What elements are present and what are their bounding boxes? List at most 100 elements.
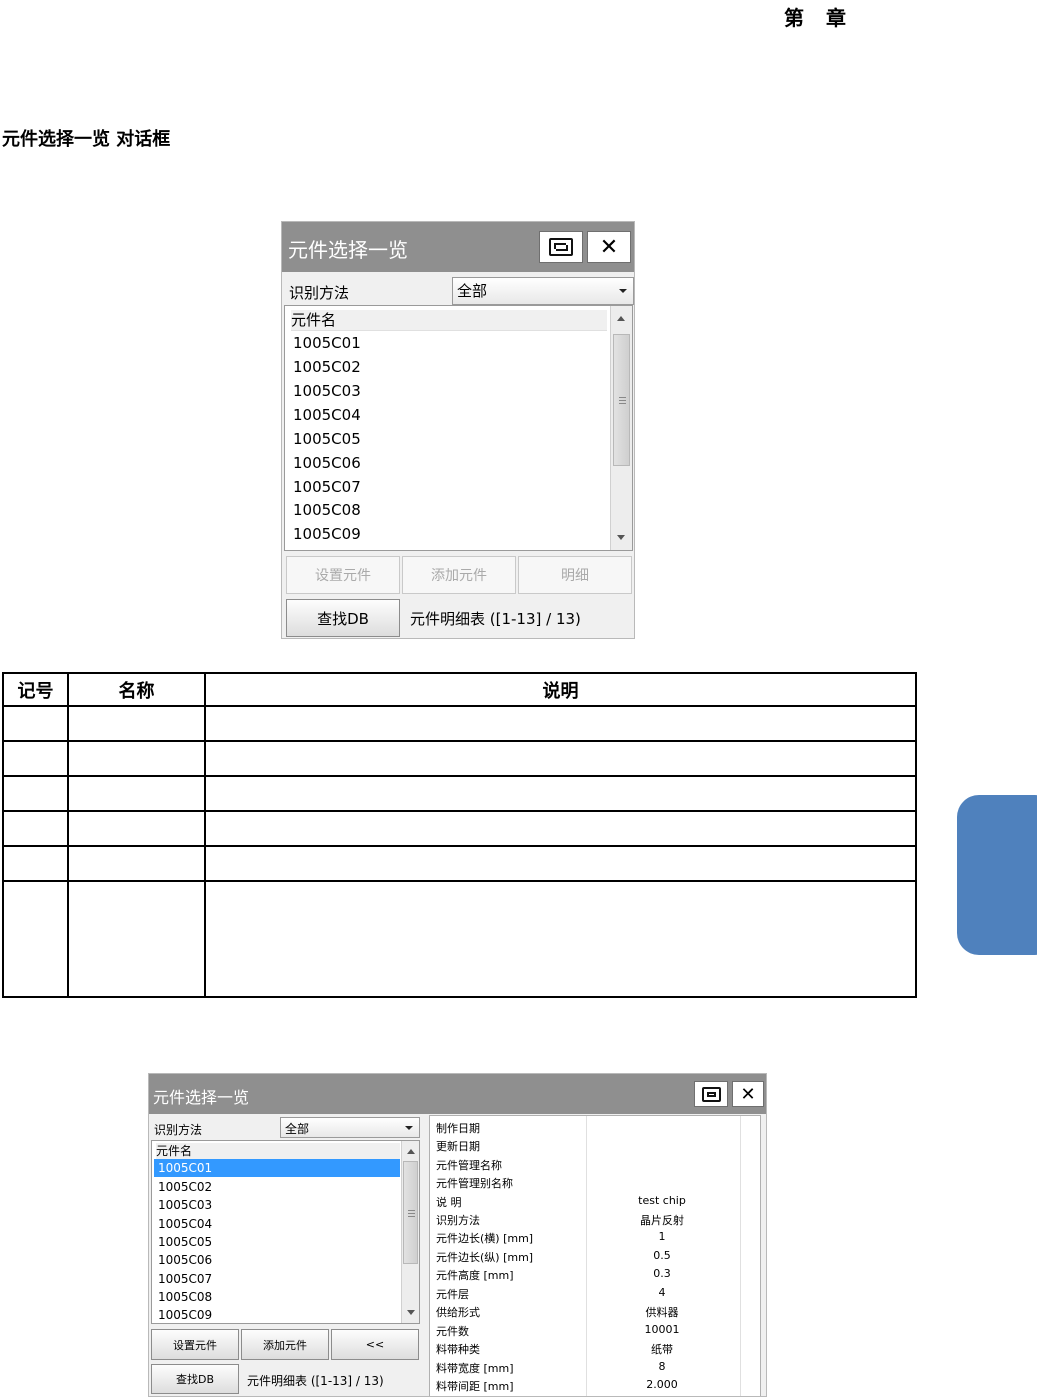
property-row: 料带间距 [mm] 2.000 xyxy=(430,1376,760,1394)
header-mark: 记号 xyxy=(2,672,69,707)
property-value: 纸带 xyxy=(651,1343,673,1356)
table-row xyxy=(2,880,917,998)
set-component-button[interactable]: 设置元件 xyxy=(151,1329,239,1360)
property-row: 制作日期 xyxy=(430,1118,760,1136)
recognition-method-select[interactable]: 全部 xyxy=(280,1117,420,1138)
list-column-header: 元件名 xyxy=(291,310,607,331)
property-key: 制作日期 xyxy=(436,1122,480,1135)
list-item[interactable]: 1005C09 xyxy=(154,1306,400,1323)
vertical-scrollbar[interactable] xyxy=(610,306,632,550)
table-row xyxy=(2,740,917,777)
grip-icon xyxy=(618,397,626,404)
list-item[interactable]: 1005C03 xyxy=(154,1196,400,1214)
list-item[interactable]: 1005C04 xyxy=(293,403,361,427)
grip-icon xyxy=(407,1209,415,1217)
list-item[interactable]: 1005C08 xyxy=(293,498,361,522)
property-value: 8 xyxy=(658,1360,666,1373)
list-item[interactable]: 1005C02 xyxy=(154,1178,400,1196)
chevron-down-icon xyxy=(619,289,627,293)
property-key: 料带宽度 [mm] xyxy=(436,1362,514,1375)
table-row xyxy=(2,810,917,847)
property-row: 说 明 test chip xyxy=(430,1192,760,1210)
maximize-icon xyxy=(701,1086,721,1102)
maximize-button[interactable] xyxy=(694,1081,728,1107)
header-description: 说明 xyxy=(204,672,917,707)
property-key: 元件管理别名称 xyxy=(436,1177,513,1190)
list-column-header: 元件名 xyxy=(156,1143,400,1160)
description-table: 记号 名称 说明 xyxy=(2,672,917,998)
component-select-dialog: 元件选择一览 ✕ 识别方法 全部 元件名 1005C01 1005C02 100… xyxy=(281,221,635,639)
property-row: 元件层 4 xyxy=(430,1284,760,1302)
list-item[interactable]: 1005C09 xyxy=(293,522,361,546)
property-value: test chip xyxy=(638,1194,686,1207)
recognition-method-select[interactable]: 全部 xyxy=(452,277,634,305)
section-title: 元件选择一览 对话框 xyxy=(2,129,171,150)
component-list[interactable]: 元件名 1005C01 1005C02 1005C03 1005C04 1005… xyxy=(151,1140,420,1324)
list-item[interactable]: 1005C07 xyxy=(154,1270,400,1288)
list-item[interactable]: 1005C04 xyxy=(154,1215,400,1233)
property-row: 料带宽度 [mm] 8 xyxy=(430,1358,760,1376)
collapse-details-button[interactable]: << xyxy=(331,1329,419,1360)
component-select-dialog-expanded: 元件选择一览 ✕ 识别方法 全部 元件名 1005C01 1005C02 100… xyxy=(148,1073,767,1397)
list-item[interactable]: 1005C06 xyxy=(293,451,361,475)
list-item[interactable]: 1005C08 xyxy=(154,1288,400,1306)
details-button[interactable]: 明细 xyxy=(518,556,632,594)
scroll-down-icon[interactable] xyxy=(617,535,625,540)
scrollbar-thumb[interactable] xyxy=(403,1161,418,1264)
list-item[interactable]: 1005C06 xyxy=(154,1251,400,1269)
property-key: 料带种类 xyxy=(436,1343,480,1356)
find-db-button[interactable]: 查找DB xyxy=(286,599,400,637)
table-row xyxy=(2,775,917,812)
db-status-text: 元件明细表 ([1-13] / 13) xyxy=(410,610,581,628)
maximize-icon xyxy=(549,238,573,256)
property-row: 供给形式 供料器 xyxy=(430,1302,760,1320)
dialog-title: 元件选择一览 xyxy=(288,238,408,262)
db-status-text: 元件明细表 ([1-13] / 13) xyxy=(247,1374,384,1388)
component-list[interactable]: 元件名 1005C01 1005C02 1005C03 1005C04 1005… xyxy=(284,305,633,551)
table-header-row: 记号 名称 说明 xyxy=(2,672,917,707)
property-value: 4 xyxy=(658,1286,666,1299)
property-value: 0.5 xyxy=(653,1249,671,1262)
dialog-title: 元件选择一览 xyxy=(153,1088,250,1107)
property-row: 识别方法 晶片反射 xyxy=(430,1210,760,1228)
vertical-scrollbar[interactable] xyxy=(401,1141,419,1323)
list-item[interactable]: 1005C01 xyxy=(293,331,361,355)
table-row xyxy=(2,705,917,742)
scrollbar-thumb[interactable] xyxy=(613,334,630,466)
list-item[interactable]: 1005C02 xyxy=(293,355,361,379)
component-properties-panel: 制作日期 更新日期 元件管理名称 元件管理别名称 说 明 test chip 识别… xyxy=(429,1115,761,1396)
recognition-method-label: 识别方法 xyxy=(289,284,350,302)
close-button[interactable]: ✕ xyxy=(587,231,631,263)
recognition-method-label: 识别方法 xyxy=(154,1123,203,1137)
list-item[interactable]: 1005C05 xyxy=(293,427,361,451)
property-key: 识别方法 xyxy=(436,1214,480,1227)
property-value: 供料器 xyxy=(645,1306,679,1319)
list-item[interactable]: 1005C03 xyxy=(293,379,361,403)
list-item-selected[interactable]: 1005C01 xyxy=(154,1159,400,1177)
find-db-button[interactable]: 查找DB xyxy=(151,1364,239,1394)
property-key: 元件边长(纵) [mm] xyxy=(436,1251,534,1264)
property-value: 0.3 xyxy=(653,1267,671,1280)
property-row: 元件管理名称 xyxy=(430,1155,760,1173)
close-button[interactable]: ✕ xyxy=(732,1081,764,1107)
property-row: 元件高度 [mm] 0.3 xyxy=(430,1265,760,1283)
property-row: 元件边长(横) [mm] 1 xyxy=(430,1228,760,1246)
scroll-down-icon[interactable] xyxy=(407,1310,415,1315)
property-key: 元件边长(横) [mm] xyxy=(436,1232,534,1245)
property-key: 元件高度 [mm] xyxy=(436,1269,514,1282)
scroll-up-icon[interactable] xyxy=(407,1149,415,1154)
dialog-titlebar: 元件选择一览 ✕ xyxy=(149,1074,766,1114)
property-value: 2.000 xyxy=(646,1378,678,1391)
property-row: 更新日期 xyxy=(430,1136,760,1154)
close-icon: ✕ xyxy=(740,1083,756,1105)
scroll-up-icon[interactable] xyxy=(617,316,625,321)
add-component-button[interactable]: 添加元件 xyxy=(402,556,516,594)
add-component-button[interactable]: 添加元件 xyxy=(241,1329,329,1360)
list-item[interactable]: 1005C05 xyxy=(154,1233,400,1251)
maximize-button[interactable] xyxy=(539,231,583,263)
property-key: 供给形式 xyxy=(436,1306,480,1319)
set-component-button[interactable]: 设置元件 xyxy=(286,556,400,594)
list-item[interactable]: 1005C07 xyxy=(293,475,361,499)
property-key: 更新日期 xyxy=(436,1140,480,1153)
recognition-method-value: 全部 xyxy=(457,282,488,300)
